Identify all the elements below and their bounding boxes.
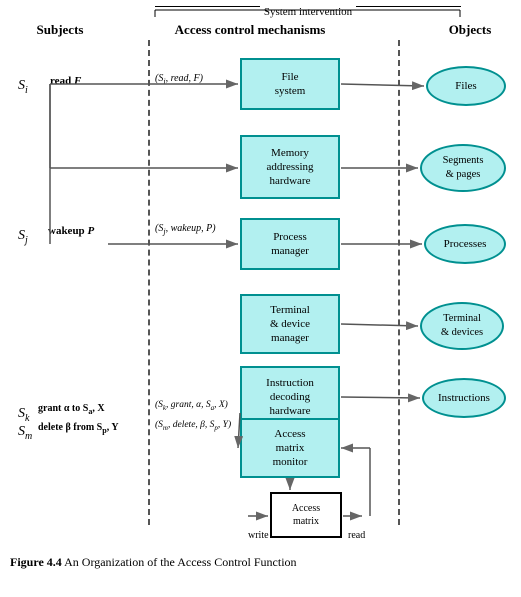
subject-si: Si xyxy=(18,78,28,96)
system-intervention-label: System intervention xyxy=(155,6,461,19)
col-header-mechanisms: Access control mechanisms xyxy=(120,22,380,38)
files-ellipse: Files xyxy=(426,66,506,106)
dashed-line-left xyxy=(148,40,150,525)
terminal-devices-ellipse: Terminal& devices xyxy=(420,302,504,350)
action-delete: delete β from Sp, Y xyxy=(38,422,119,435)
instructions-ellipse: Instructions xyxy=(422,378,506,418)
action-grant: grant α to Sa, X xyxy=(38,403,105,416)
access-matrix-box: Accessmatrix xyxy=(270,492,342,538)
processes-ellipse: Processes xyxy=(424,224,506,264)
subject-sm: Sm xyxy=(18,424,32,442)
terminal-device-box: Terminal& devicemanager xyxy=(240,294,340,354)
col-header-subjects: Subjects xyxy=(0,22,120,38)
process-manager-box: Processmanager xyxy=(240,218,340,270)
write-label: write xyxy=(248,530,269,541)
col-header-objects: Objects xyxy=(420,22,520,38)
memory-addressing-box: Memoryaddressinghardware xyxy=(240,135,340,199)
tuple-sm: (Sm, delete, β, Sp, Y) xyxy=(155,420,231,432)
caption-prefix: Figure 4.4 xyxy=(10,555,62,569)
diagram-area: System intervention Subjects Access cont… xyxy=(0,0,521,555)
segments-ellipse: Segments& pages xyxy=(420,144,506,192)
file-system-box: Filesystem xyxy=(240,58,340,110)
dashed-line-right xyxy=(398,40,400,525)
access-matrix-monitor-box: Accessmatrixmonitor xyxy=(240,418,340,478)
tuple-si: (Si, read, F) xyxy=(155,73,203,86)
action-read-f: read F xyxy=(50,75,81,87)
subject-sj: Sj xyxy=(18,228,28,246)
read-label: read xyxy=(348,530,365,541)
action-wakeup-p: wakeup P xyxy=(48,225,94,237)
subject-sk: Sk xyxy=(18,406,29,424)
tuple-sj: (Sj, wakeup, P) xyxy=(155,223,216,236)
tuple-sk: (Sk, grant, α, Sa, X) xyxy=(155,400,228,412)
figure-caption: Figure 4.4 An Organization of the Access… xyxy=(0,547,521,576)
caption-text: An Organization of the Access Control Fu… xyxy=(62,555,297,569)
